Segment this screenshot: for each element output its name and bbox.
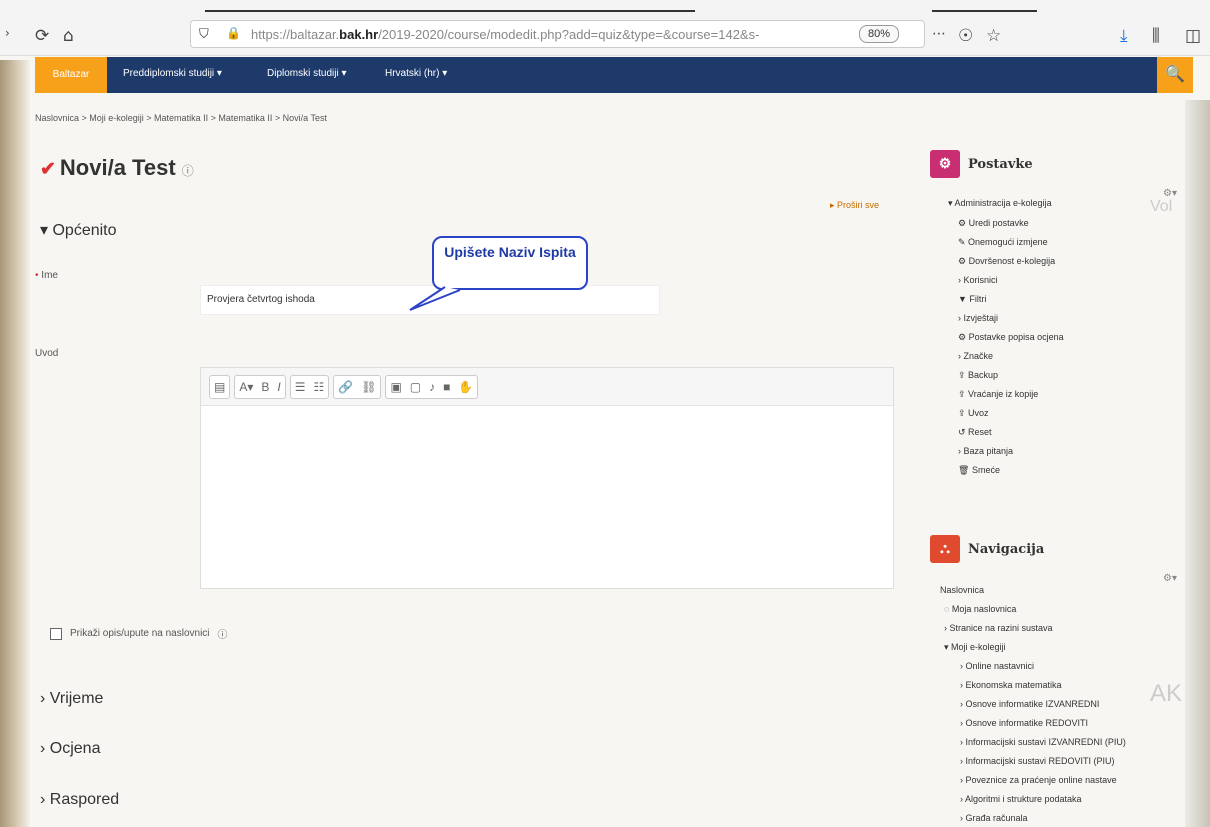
show-description-row: Prikaži opis/upute na naslovnici ⓘ [50,626,228,641]
library-icon[interactable]: ⫼ [1152,26,1160,46]
microphone-icon[interactable]: ♪ [429,380,435,394]
brand-logo[interactable]: Baltazar [35,57,107,93]
url-text: https://baltazar.bak.hr/2019-2020/course… [251,27,760,42]
toolbar-group-links[interactable]: 🔗 ⛓ [333,375,382,399]
settings-item[interactable]: ↺ Reset [958,427,992,438]
unlink-icon[interactable]: ⛓ [361,380,376,394]
settings-icon: ⚙ [930,150,960,178]
settings-header: ⚙ Postavke [930,150,1185,178]
settings-item[interactable]: ⇪ Backup [958,370,998,381]
nav-language[interactable]: Hrvatski (hr) ▾ [385,68,447,79]
expand-all-link[interactable]: ▸ Proširi sve [830,200,879,211]
toolbar-group-collapse[interactable]: ▤ [209,375,231,399]
file-icon[interactable]: ▢ [410,380,421,394]
toolbar-group-media[interactable]: ▣ ▢ ♪ ■ ✋ [385,375,479,399]
numbered-list-icon[interactable]: ☷ [314,380,325,394]
intro-editor[interactable]: ▤ A▾ B I ☰ ☷ 🔗 ⛓ ▣ ▢ ♪ ■ ✋ [200,367,894,589]
bookmark-star-icon[interactable]: ☆ [986,26,1001,46]
nav-tree-item[interactable]: › Osnove informatike IZVANREDNI [960,699,1099,709]
url-bar[interactable]: ⛉ 🔒 https://baltazar.bak.hr/2019-2020/co… [190,20,925,48]
bullet-list-icon[interactable]: ☰ [295,380,306,394]
nav-tree-item[interactable]: › Ekonomska matematika [960,680,1062,690]
block-actions-icon[interactable]: ⚙▾ [1163,573,1177,584]
settings-block: ⚙ Postavke ⚙▾ ▾ Administracija e-kolegija… [930,150,1185,490]
settings-item[interactable]: ▼ Filtri [958,294,986,304]
navigation-block: ⛬ Navigacija ⚙▾ Naslovnica ◌ Moja naslovn… [930,535,1185,827]
nav-tree-item[interactable]: › Osnove informatike REDOVITI [960,718,1088,728]
nav-tree-item[interactable]: ▾ Moji e-kolegiji [944,642,1006,653]
pocket-icon[interactable]: ☉ [958,26,973,46]
browser-toolbar: › ⟳ ⌂ ⛉ 🔒 https://baltazar.bak.hr/2019-2… [0,0,1210,56]
breadcrumb[interactable]: Naslovnica > Moji e-kolegiji > Matematik… [35,113,327,123]
settings-item[interactable]: ▾ Administracija e-kolegija [948,198,1052,209]
nav-tree-item[interactable]: › Informacijski sustavi IZVANREDNI (PIU) [960,737,1126,747]
section-timing[interactable]: › Vrijeme [40,690,103,708]
nav-tree-item[interactable]: › Poveznice za praćenje online nastave [960,775,1117,785]
page-title: ✔ Novi/a Test ⓘ [40,155,194,180]
show-description-checkbox[interactable] [50,627,62,640]
back-icon[interactable]: › [5,26,10,40]
photo-background-left [0,60,30,827]
section-general[interactable]: ▾ Općenito [40,220,117,240]
image-icon[interactable]: ▣ [390,380,401,394]
toolbar-group-lists[interactable]: ☰ ☷ [289,375,330,399]
nav-diplomski[interactable]: Diplomski studiji ▾ [267,68,346,79]
settings-item[interactable]: ⚙ Dovršenost e-kolegija [958,256,1055,267]
zoom-badge[interactable]: 80% [859,25,900,43]
section-schedule[interactable]: › Raspored [40,791,119,809]
home-icon[interactable]: ⌂ [63,26,74,46]
section-grade[interactable]: › Ocjena [40,740,100,758]
nav-tree-item[interactable]: › Algoritmi i strukture podataka [960,794,1082,804]
link-icon[interactable]: 🔗 [338,380,353,394]
settings-item[interactable]: › Baza pitanja [958,446,1013,456]
nav-tree-item[interactable]: › Online nastavnici [960,661,1034,671]
name-label: • Ime [35,270,58,281]
quiz-icon: ✔ [40,159,56,180]
nav-tree-item[interactable]: › Građa računala [960,813,1028,823]
top-divider-right [932,10,1037,12]
help-icon[interactable]: ⓘ [218,626,228,641]
settings-item[interactable]: ⚙ Uredi postavke [958,218,1029,229]
italic-icon[interactable]: I [277,380,280,394]
settings-item[interactable]: › Izvještaji [958,313,998,323]
settings-item[interactable]: ⇪ Uvoz [958,408,989,419]
nav-tree-item[interactable]: › Stranice na razini sustava [944,623,1053,633]
nav-tree-item[interactable]: Naslovnica [940,585,984,595]
nav-preddiplomski[interactable]: Preddiplomski studiji ▾ [123,68,222,79]
sidebar-icon[interactable]: ◫ [1185,26,1201,46]
reload-icon[interactable]: ⟳ [35,26,49,46]
help-icon[interactable]: ⓘ [182,164,194,178]
top-divider [205,10,695,12]
lock-icon: 🔒 [226,26,241,40]
more-icon[interactable]: ⋯ [932,26,946,42]
settings-item[interactable]: › Korisnici [958,275,998,285]
bold-icon[interactable]: B [261,380,269,394]
collapse-icon[interactable]: ▤ [214,380,225,394]
font-style-icon[interactable]: A▾ [239,380,253,394]
nav-tree-item[interactable]: › Informacijski sustavi REDOVITI (PIU) [960,756,1115,766]
photo-background-right [1185,100,1210,827]
toolbar-group-format[interactable]: A▾ B I [234,375,286,399]
navigation-header: ⛬ Navigacija [930,535,1185,563]
settings-item[interactable]: ⚙ Postavke popisa ocjena [958,332,1064,343]
navigation-icon: ⛬ [930,535,960,563]
editor-toolbar: ▤ A▾ B I ☰ ☷ 🔗 ⛓ ▣ ▢ ♪ ■ ✋ [201,368,893,406]
download-icon[interactable]: ⤓ [1120,26,1128,46]
site-navbar: Baltazar Preddiplomski studiji ▾ Diploms… [35,57,1193,93]
settings-item[interactable]: 🗑 Smeće [958,465,1000,476]
intro-label: Uvod [35,348,59,359]
manage-files-icon[interactable]: ✋ [458,380,473,394]
search-icon[interactable]: 🔍 [1157,57,1193,93]
block-actions-icon[interactable]: ⚙▾ [1163,188,1177,199]
instruction-callout: Upišete Naziv Ispita [432,236,588,290]
settings-item[interactable]: ⇪ Vraćanje iz kopije [958,389,1038,400]
settings-item[interactable]: › Značke [958,351,993,361]
callout-pointer [409,286,461,311]
video-icon[interactable]: ■ [443,380,450,394]
shield-icon: ⛉ [199,26,209,41]
settings-item[interactable]: ✎ Onemogući izmjene [958,237,1048,248]
nav-tree-item[interactable]: ◌ Moja naslovnica [944,604,1016,614]
